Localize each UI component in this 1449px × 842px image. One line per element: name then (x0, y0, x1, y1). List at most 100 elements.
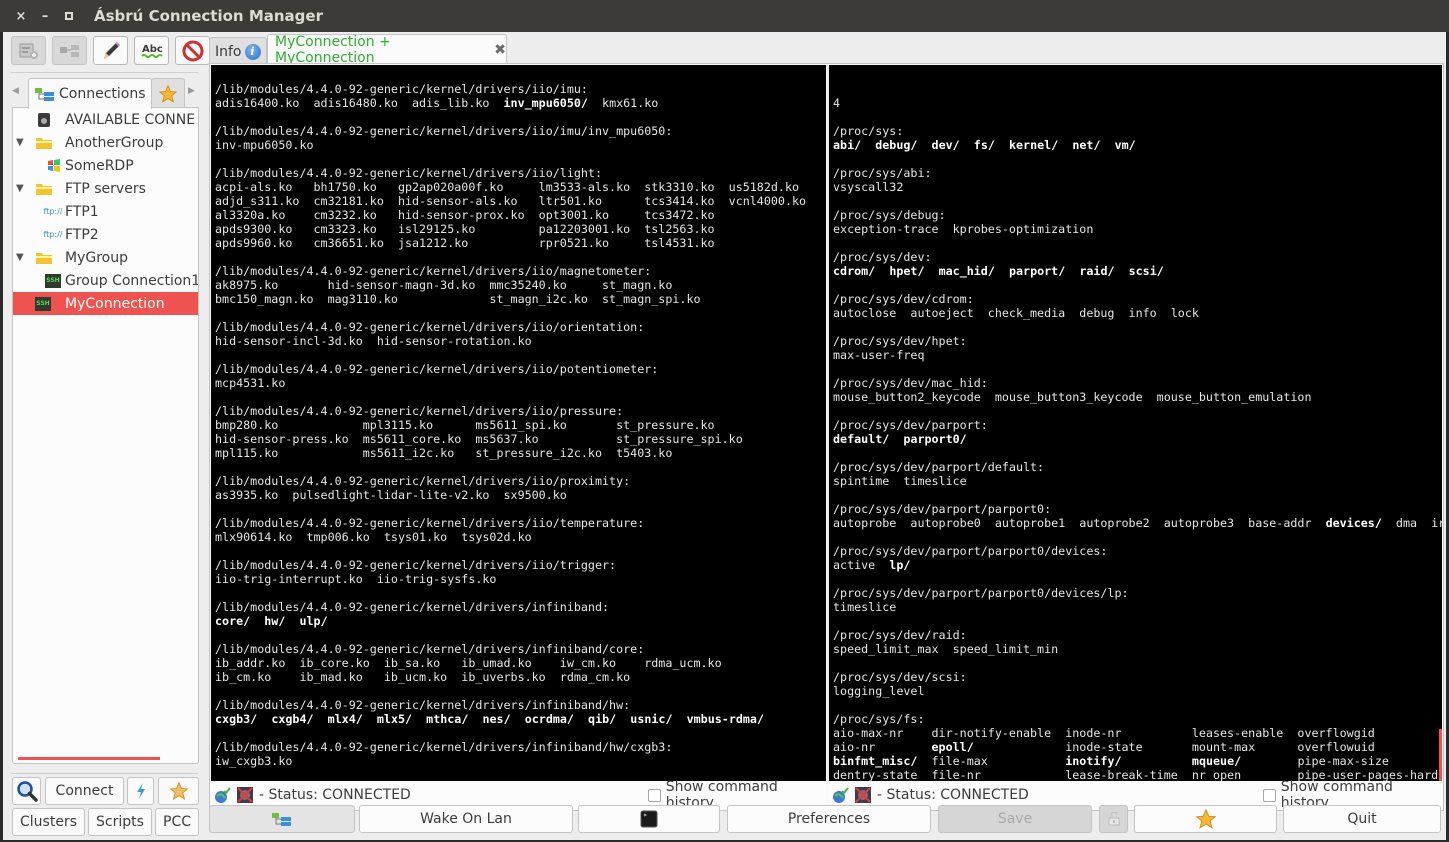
tux-disconnected-icon (853, 785, 873, 805)
show-history-checkbox[interactable] (1263, 788, 1276, 802)
window-title: Ásbrú Connection Manager (94, 7, 323, 25)
search-button[interactable] (12, 777, 41, 805)
tree-item[interactable]: SSH Group Connection1 (13, 269, 198, 292)
preferences-button[interactable]: Preferences (727, 805, 931, 833)
favourite-toggle-button[interactable] (1134, 805, 1277, 833)
terminal-split-view: /lib/modules/4.4.0-92-generic/kernel/dri… (209, 63, 1444, 811)
expander-icon[interactable]: ▼ (16, 183, 24, 194)
local-terminal-button[interactable] (578, 805, 720, 833)
toggle-tree-button[interactable] (209, 805, 355, 833)
add-connection-button[interactable] (11, 36, 46, 65)
info-icon: i (244, 43, 261, 60)
session-tabs: Info i MyConnection + MyConnection ✖ (209, 34, 507, 66)
terminal-scroll-indicator (1439, 729, 1442, 781)
status-text: - Status: CONNECTED (877, 787, 1029, 803)
terminal-line: default/ parport0/ (833, 432, 967, 446)
terminal-left[interactable]: /lib/modules/4.4.0-92-generic/kernel/dri… (211, 65, 826, 781)
tree-item[interactable]: AVAILABLE CONNE (13, 108, 198, 131)
show-history-checkbox[interactable] (648, 788, 661, 802)
save-button[interactable]: Save (938, 805, 1092, 833)
tree-item-label: SomeRDP (65, 157, 134, 174)
terminal-line: /proc/sys/dev/parport/parport0/devices/l… (833, 586, 1129, 600)
tree-item-label: AVAILABLE CONNE (65, 111, 196, 128)
terminal-line: /lib/modules/4.4.0-92-generic/kernel/dri… (215, 642, 645, 656)
tree-item[interactable]: ▼ MyGroup (13, 246, 198, 269)
tree-toggle-icon (272, 813, 291, 826)
tree-item-selected[interactable]: SSH MyConnection (13, 292, 198, 315)
terminal-line: /lib/modules/4.4.0-92-generic/kernel/dri… (215, 516, 645, 530)
terminal-line: /proc/sys/dev/hpet: (833, 334, 967, 348)
quit-button[interactable]: Quit (1283, 805, 1441, 833)
minimize-window-button[interactable]: – (34, 9, 56, 24)
terminal-line: ib_cm.ko ib_mad.ko ib_ucm.ko ib_uverbs.k… (215, 670, 631, 684)
terminal-line: al3320a.ko cm3232.ko hid-sensor-prox.ko … (215, 208, 715, 222)
svg-text:Abc: Abc (142, 44, 163, 55)
tab-connections[interactable]: Connections (28, 78, 152, 109)
terminal-line: /proc/sys/debug: (833, 208, 946, 222)
connect-button[interactable]: Connect (45, 777, 124, 805)
tree-item[interactable]: ▼ AnotherGroup (13, 131, 198, 154)
pcc-button[interactable]: PCC (155, 808, 199, 836)
delete-button[interactable] (175, 36, 210, 65)
main-window: Abc ◀ Connections ▶ AVAILABLE CONNE ▼ An… (0, 32, 1449, 840)
tab-favourites[interactable] (151, 78, 185, 108)
tab-scroll-left-icon[interactable]: ◀ (12, 86, 19, 96)
tab-info[interactable]: Info i (209, 37, 267, 65)
clusters-button[interactable]: Clusters (12, 808, 85, 836)
connection-tree: AVAILABLE CONNE ▼ AnotherGroup SomeRDP ▼… (12, 107, 199, 764)
terminal-line: adis16400.ko adis16480.ko adis_lib.ko in… (215, 96, 659, 110)
tab-connections-label: Connections (59, 86, 146, 102)
quick-connect-button[interactable] (127, 777, 154, 805)
terminal-line: /lib/modules/4.4.0-92-generic/kernel/dri… (215, 740, 673, 754)
tree-item[interactable]: ftp:// FTP2 (13, 223, 198, 246)
connections-tree-icon (35, 88, 54, 101)
ssh-icon: SSH (45, 273, 61, 288)
sidebar: Abc ◀ Connections ▶ AVAILABLE CONNE ▼ An… (8, 32, 210, 838)
terminal-line: cxgb3/ cxgb4/ mlx4/ mlx5/ mthca/ nes/ oc… (215, 712, 764, 726)
terminal-line: /lib/modules/4.4.0-92-generic/kernel/dri… (215, 124, 673, 138)
edit-button[interactable] (93, 36, 128, 65)
expander-icon[interactable]: ▼ (16, 252, 24, 263)
close-tab-icon[interactable]: ✖ (494, 42, 506, 58)
tab-connection[interactable]: MyConnection + MyConnection ✖ (267, 34, 507, 66)
expander-icon[interactable]: ▼ (16, 137, 24, 148)
horizontal-scrollbar[interactable] (18, 757, 160, 760)
close-window-button[interactable]: × (10, 9, 32, 24)
maximize-window-button[interactable] (58, 9, 80, 24)
favourite-button[interactable] (158, 777, 199, 805)
terminal-line: inv-mpu6050.ko (215, 138, 314, 152)
terminal-line: /proc/sys/dev/raid: (833, 628, 967, 642)
tree-item[interactable]: ▼ FTP servers (13, 177, 198, 200)
terminal-line: /proc/sys/dev: (833, 250, 932, 264)
star-icon (169, 781, 188, 800)
windows-rdp-icon (45, 158, 63, 174)
ftp-icon: ftp:// (43, 230, 63, 239)
scripts-button[interactable]: Scripts (88, 808, 152, 836)
tab-scroll-right-icon[interactable]: ▶ (188, 86, 195, 96)
title-bar: × – Ásbrú Connection Manager (0, 0, 1449, 32)
tree-item[interactable]: SomeRDP (13, 154, 198, 177)
terminal-line: /proc/sys/dev/mac_hid: (833, 376, 988, 390)
tree-item[interactable]: ftp:// FTP1 (13, 200, 198, 223)
lock-button[interactable] (1099, 805, 1128, 833)
add-group-button[interactable] (52, 36, 87, 65)
rename-button[interactable]: Abc (134, 36, 169, 65)
terminal-line: /lib/modules/4.4.0-92-generic/kernel/dri… (215, 558, 617, 572)
wake-on-lan-button[interactable]: Wake On Lan (359, 805, 573, 833)
terminal-right[interactable]: 4 /proc/sys: abi/ debug/ dev/ fs/ kernel/… (829, 65, 1442, 781)
